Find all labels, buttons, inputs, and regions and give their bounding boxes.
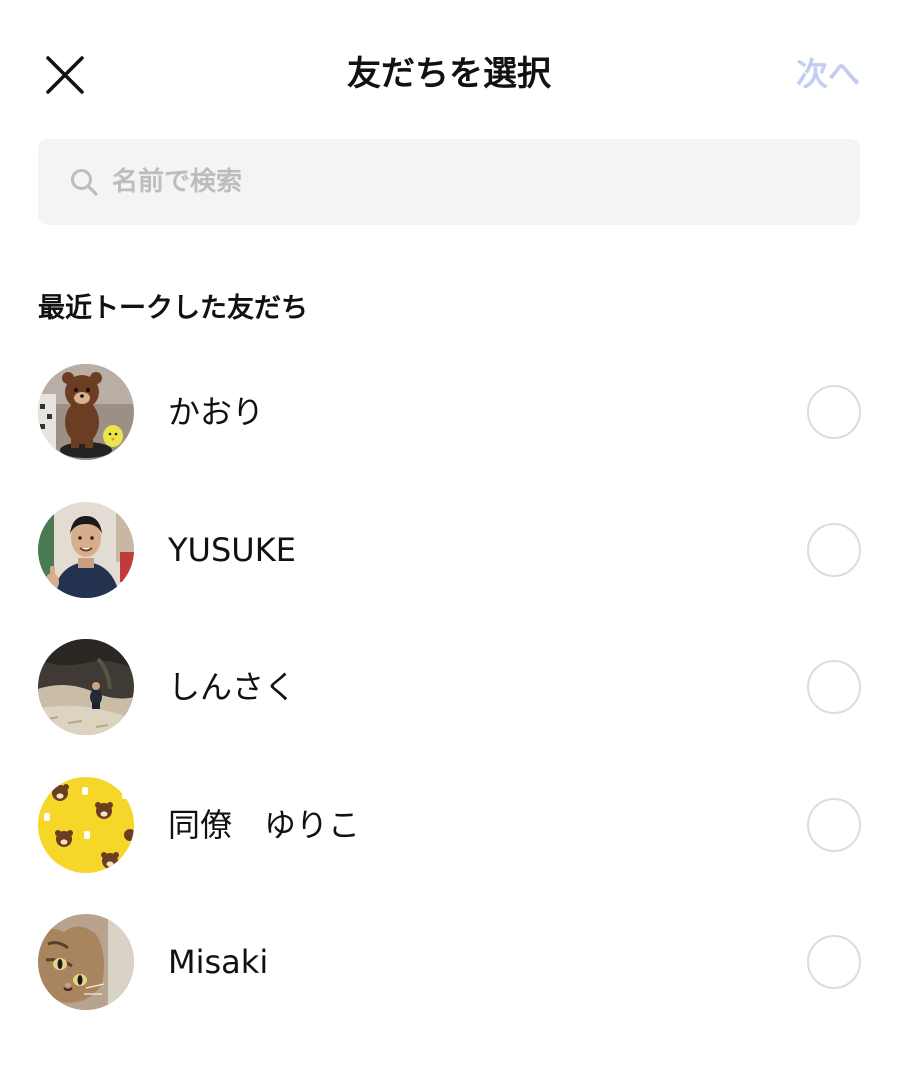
friend-list: かおり YUSUKE しんさく 同僚 ゆりこ Misaki	[0, 344, 898, 1032]
section-title: 最近トークした友だち	[38, 293, 308, 324]
select-radio[interactable]	[807, 522, 861, 577]
page-title: 友だちを選択	[347, 54, 551, 94]
avatar	[38, 501, 134, 598]
friend-row[interactable]: YUSUKE	[0, 482, 898, 620]
search-input[interactable]	[112, 139, 832, 225]
friend-name: YUSUKE	[168, 530, 296, 569]
select-radio[interactable]	[807, 385, 861, 439]
avatar	[38, 914, 134, 1010]
next-button[interactable]: 次へ	[796, 50, 860, 98]
friend-row[interactable]: Misaki	[0, 894, 898, 1032]
avatar	[38, 639, 134, 735]
select-radio[interactable]	[807, 935, 861, 989]
select-radio[interactable]	[807, 797, 861, 852]
avatar	[38, 364, 134, 460]
select-radio[interactable]	[807, 660, 861, 714]
friend-row[interactable]: かおり	[0, 344, 898, 482]
friend-row[interactable]: しんさく	[0, 619, 898, 757]
friend-name: かおり	[168, 393, 265, 431]
friend-row[interactable]: 同僚 ゆりこ	[0, 757, 898, 895]
friend-name: 同僚 ゆりこ	[168, 805, 361, 844]
search-bar[interactable]	[38, 139, 860, 225]
avatar	[38, 776, 134, 873]
header: 友だちを選択 次へ	[0, 0, 898, 150]
friend-name: Misaki	[168, 943, 269, 981]
search-icon	[71, 169, 98, 196]
friend-name: しんさく	[168, 668, 297, 706]
